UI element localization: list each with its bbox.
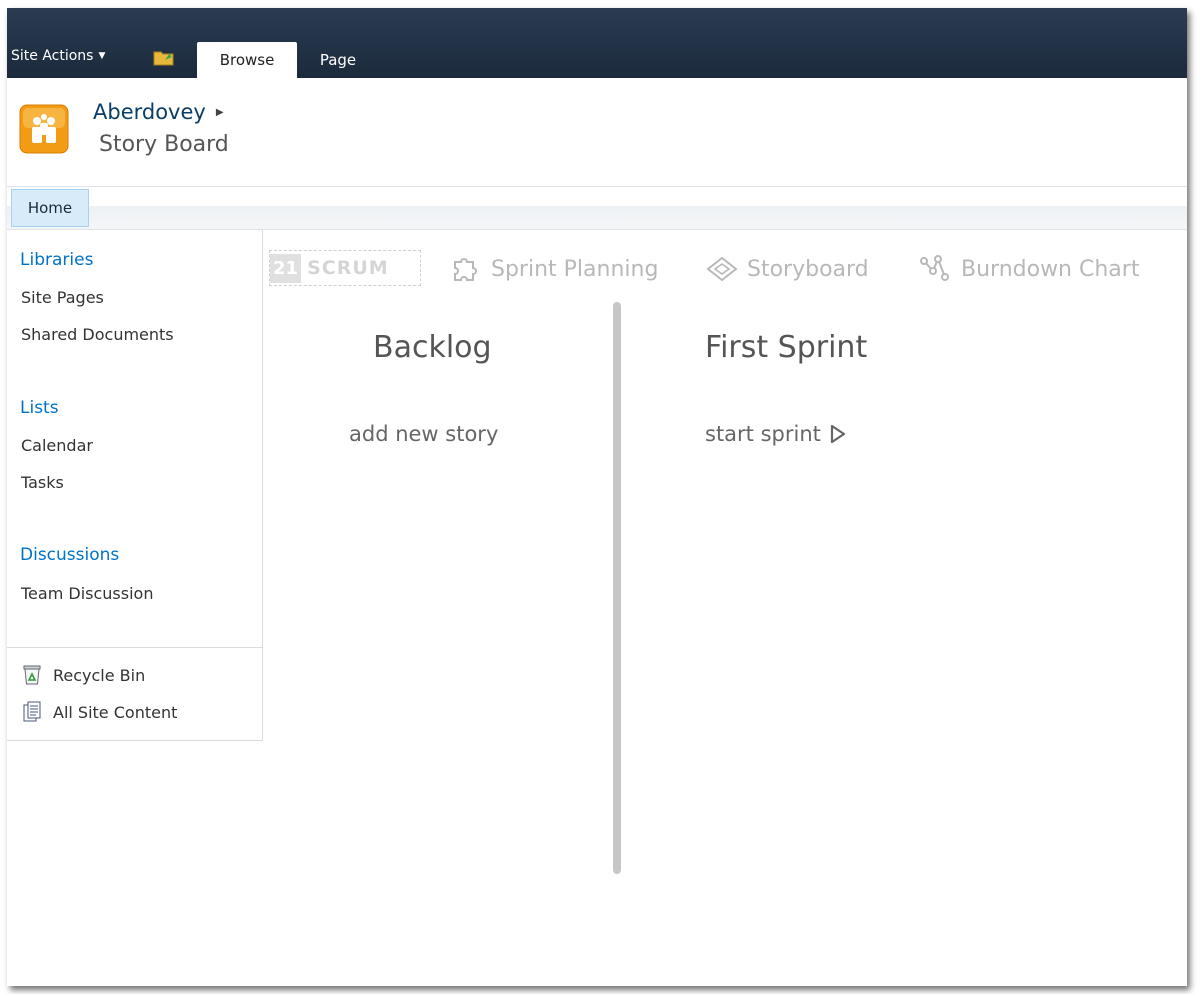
puzzle-icon — [454, 258, 477, 281]
nav-sprint-planning[interactable]: Sprint Planning — [449, 254, 658, 284]
nav-heading-discussions[interactable]: Discussions — [20, 545, 119, 565]
page-title: Story Board — [99, 132, 229, 157]
recycle-bin-icon — [23, 665, 41, 685]
ribbon: Site Actions ▼ Browse Page — [7, 8, 1187, 78]
nav-item-tasks[interactable]: Tasks — [21, 473, 64, 492]
nav-item-shared-documents[interactable]: Shared Documents — [21, 325, 174, 344]
scrum-toolbar: 21 SCRUM Sprint Planning Storyboard Burn… — [269, 248, 1179, 288]
recycle-bin-label: Recycle Bin — [53, 665, 146, 685]
play-icon — [830, 424, 845, 444]
site-actions-label: Site Actions — [11, 48, 94, 64]
site-actions-menu[interactable]: Site Actions ▼ — [11, 48, 105, 64]
nav-heading-lists[interactable]: Lists — [20, 398, 59, 418]
backlog-title: Backlog — [373, 330, 492, 365]
nav-item-site-pages[interactable]: Site Pages — [21, 288, 104, 307]
navigate-up-icon[interactable] — [153, 46, 175, 66]
sharepoint-window: Site Actions ▼ Browse Page Aberdovey ▶ S… — [7, 8, 1187, 986]
nav-storyboard[interactable]: Storyboard — [705, 254, 869, 284]
tab-page-label: Page — [319, 51, 357, 69]
nav-heading-libraries[interactable]: Libraries — [20, 250, 93, 270]
site-name: Aberdovey — [93, 100, 206, 124]
storyboard-label: Storyboard — [747, 256, 869, 282]
quick-launch: Libraries Site Pages Shared Documents Li… — [7, 230, 263, 741]
start-sprint-button[interactable]: start sprint — [705, 422, 847, 446]
column-divider — [613, 302, 621, 874]
add-new-story-link[interactable]: add new story — [349, 422, 498, 446]
storyboard-icon — [706, 256, 738, 282]
burndown-chart-label: Burndown Chart — [961, 256, 1140, 282]
top-navigation: Home — [7, 186, 1187, 230]
nav-burndown-chart[interactable]: Burndown Chart — [919, 254, 1139, 284]
chevron-down-icon: ▼ — [98, 51, 106, 61]
all-site-content-label: All Site Content — [53, 702, 178, 722]
all-site-content-link[interactable]: All Site Content — [21, 701, 177, 723]
tab-browse-label: Browse — [219, 51, 275, 69]
breadcrumb-arrow-icon: ▶ — [215, 106, 224, 118]
scrum-logo-number: 21 — [270, 253, 302, 283]
nav-divider — [7, 647, 262, 648]
nav-item-team-discussion[interactable]: Team Discussion — [21, 584, 153, 603]
recycle-bin-link[interactable]: Recycle Bin — [21, 664, 145, 686]
sprint-planning-label: Sprint Planning — [491, 256, 659, 282]
sprint-title: First Sprint — [705, 330, 868, 365]
scrum-logo: 21 SCRUM — [269, 250, 421, 286]
scrum-logo-word: SCRUM — [307, 257, 389, 279]
start-sprint-label: start sprint — [705, 422, 821, 446]
tab-page[interactable]: Page — [303, 42, 373, 78]
tab-browse[interactable]: Browse — [197, 42, 297, 78]
breadcrumb-site[interactable]: Aberdovey ▶ — [93, 100, 224, 124]
site-logo-icon — [19, 104, 69, 154]
burndown-chart-icon — [920, 255, 949, 281]
nav-home-label: Home — [27, 199, 73, 217]
nav-home[interactable]: Home — [11, 189, 89, 227]
nav-item-calendar[interactable]: Calendar — [21, 436, 93, 455]
site-content-icon — [23, 701, 41, 722]
